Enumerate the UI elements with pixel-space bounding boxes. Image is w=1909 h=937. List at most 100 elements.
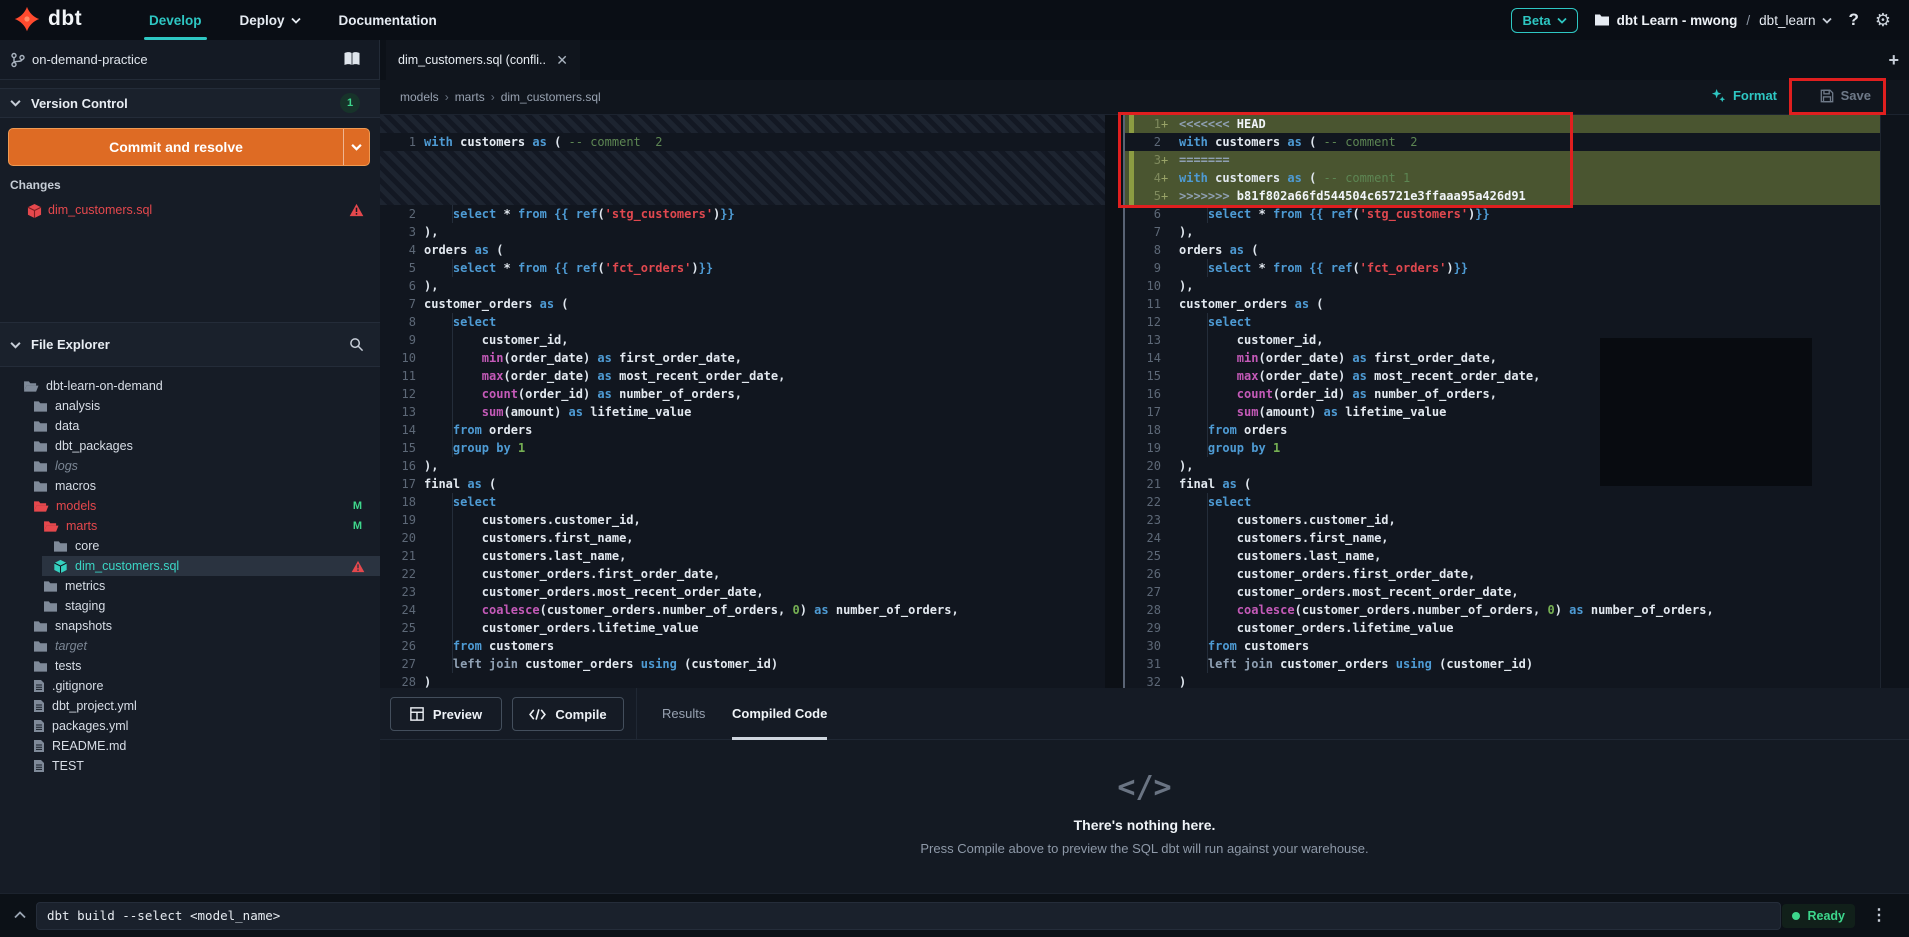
tree-item-dbt-packages[interactable]: dbt_packages <box>0 436 380 456</box>
code-line[interactable]: 19 customers.customer_id, <box>380 511 1105 529</box>
tree-item-snapshots[interactable]: snapshots <box>0 616 380 636</box>
menu-documentation[interactable]: Documentation <box>320 0 456 40</box>
menu-deploy[interactable]: Deploy <box>221 0 320 40</box>
code-line[interactable]: 6 select * from {{ ref('stg_customers')}… <box>1125 205 1880 223</box>
code-line[interactable]: 7 ), <box>1125 223 1880 241</box>
code-line[interactable]: 14 from orders <box>380 421 1105 439</box>
compile-button[interactable]: Compile <box>512 697 624 731</box>
code-line[interactable]: 22 select <box>1125 493 1880 511</box>
tree-item-tests[interactable]: tests <box>0 656 380 676</box>
code-line[interactable]: 15 group by 1 <box>380 439 1105 457</box>
tree-item-target[interactable]: target <box>0 636 380 656</box>
new-tab-plus-icon[interactable]: + <box>1888 50 1899 71</box>
tree-item-dbt-project-yml[interactable]: dbt_project.yml <box>0 696 380 716</box>
code-line[interactable]: 17final as ( <box>380 475 1105 493</box>
tab-results[interactable]: Results <box>662 688 705 740</box>
commit-and-resolve-button[interactable]: Commit and resolve <box>8 128 370 166</box>
code-line[interactable]: 26 customer_orders.first_order_date, <box>1125 565 1880 583</box>
tree-item-dim-customers-sql[interactable]: dim_customers.sql <box>0 556 380 576</box>
code-line[interactable]: 18 select <box>380 493 1105 511</box>
branch-header[interactable]: on-demand-practice <box>0 40 380 80</box>
command-input[interactable]: dbt build --select <model_name> <box>36 902 1781 930</box>
code-line[interactable]: 11 max(order_date) as most_recent_order_… <box>380 367 1105 385</box>
editor-scrollbar-gutter[interactable] <box>1880 80 1909 688</box>
code-line[interactable]: 1+<<<<<<< HEAD <box>1125 115 1880 133</box>
code-line[interactable]: 28) <box>380 673 1105 688</box>
code-line[interactable]: 23 customer_orders.most_recent_order_dat… <box>380 583 1105 601</box>
tree-item--gitignore[interactable]: .gitignore <box>0 676 380 696</box>
tree-item-dbt-learn-on-demand[interactable]: dbt-learn-on-demand <box>0 376 380 396</box>
version-control-header[interactable]: Version Control <box>0 88 380 118</box>
tree-item-analysis[interactable]: analysis <box>0 396 380 416</box>
code-line[interactable]: 10 ), <box>1125 277 1880 295</box>
code-line[interactable]: 16), <box>380 457 1105 475</box>
tree-item-staging[interactable]: staging <box>0 596 380 616</box>
changed-file-row[interactable]: dim_customers.sql <box>0 200 380 222</box>
code-line[interactable]: 2 select * from {{ ref('stg_customers')}… <box>380 205 1105 223</box>
format-button[interactable]: Format <box>1711 88 1777 103</box>
code-line[interactable]: 31 left join customer_orders using (cust… <box>1125 655 1880 673</box>
code-line[interactable]: 8 orders as ( <box>1125 241 1880 259</box>
code-line[interactable]: 13 sum(amount) as lifetime_value <box>380 403 1105 421</box>
tree-item-logs[interactable]: logs <box>0 456 380 476</box>
project-selector[interactable]: dbt Learn - mwong / dbt_learn <box>1594 13 1833 28</box>
tree-item-metrics[interactable]: metrics <box>0 576 380 596</box>
breadcrumb-file[interactable]: dim_customers.sql <box>491 90 601 104</box>
code-line[interactable]: 24 coalesce(customer_orders.number_of_or… <box>380 601 1105 619</box>
save-button[interactable]: Save <box>1820 88 1871 103</box>
tree-item-marts[interactable]: martsM <box>0 516 380 536</box>
code-line[interactable]: 22 customer_orders.first_order_date, <box>380 565 1105 583</box>
code-line[interactable]: 12 count(order_id) as number_of_orders, <box>380 385 1105 403</box>
close-icon[interactable]: ✕ <box>556 52 568 69</box>
code-line[interactable]: 9 select * from {{ ref('fct_orders')}} <box>1125 259 1880 277</box>
code-line[interactable]: 6), <box>380 277 1105 295</box>
code-line[interactable]: 3), <box>380 223 1105 241</box>
code-line[interactable]: 5 select * from {{ ref('fct_orders')}} <box>380 259 1105 277</box>
code-line[interactable]: 2 with customers as ( -- comment 2 <box>1125 133 1880 151</box>
commit-options-dropdown[interactable] <box>343 129 369 165</box>
editor-pane-current[interactable]: 1with customers as ( -- comment 2 2 selec… <box>380 115 1105 688</box>
tab-compiled-code[interactable]: Compiled Code <box>732 688 827 740</box>
code-line[interactable]: 21 customers.last_name, <box>380 547 1105 565</box>
code-line[interactable]: 25 customer_orders.lifetime_value <box>380 619 1105 637</box>
code-line[interactable]: 20 customers.first_name, <box>380 529 1105 547</box>
file-explorer-header[interactable]: File Explorer <box>0 322 380 367</box>
preview-button[interactable]: Preview <box>390 697 502 731</box>
code-line[interactable]: 27 left join customer_orders using (cust… <box>380 655 1105 673</box>
code-line[interactable]: 23 customers.customer_id, <box>1125 511 1880 529</box>
code-line[interactable]: 9 customer_id, <box>380 331 1105 349</box>
code-line[interactable]: 1with customers as ( -- comment 2 <box>380 133 1105 151</box>
beta-dropdown[interactable]: Beta <box>1511 8 1577 33</box>
code-line[interactable]: 29 customer_orders.lifetime_value <box>1125 619 1880 637</box>
chevron-up-icon[interactable] <box>12 907 28 923</box>
breadcrumb-models[interactable]: models <box>400 90 439 104</box>
dbt-logo[interactable]: dbt <box>14 6 82 32</box>
tree-item-packages-yml[interactable]: packages.yml <box>0 716 380 736</box>
code-line[interactable]: 10 min(order_date) as first_order_date, <box>380 349 1105 367</box>
tree-item-macros[interactable]: macros <box>0 476 380 496</box>
code-line[interactable]: 3+======= <box>1125 151 1880 169</box>
code-line[interactable]: 28 coalesce(customer_orders.number_of_or… <box>1125 601 1880 619</box>
code-line[interactable]: 24 customers.first_name, <box>1125 529 1880 547</box>
code-line[interactable]: 27 customer_orders.most_recent_order_dat… <box>1125 583 1880 601</box>
code-line[interactable]: 4orders as ( <box>380 241 1105 259</box>
tree-item-readme-md[interactable]: README.md <box>0 736 380 756</box>
breadcrumb-marts[interactable]: marts <box>445 90 485 104</box>
pane-divider[interactable] <box>1105 115 1125 688</box>
tree-item-core[interactable]: core <box>0 536 380 556</box>
tree-item-data[interactable]: data <box>0 416 380 436</box>
docs-book-icon[interactable] <box>343 51 361 67</box>
tree-item-models[interactable]: modelsM <box>0 496 380 516</box>
gear-icon[interactable]: ⚙ <box>1875 11 1891 29</box>
search-icon[interactable] <box>349 337 364 352</box>
code-line[interactable]: 4+with customers as ( -- comment 1 <box>1125 169 1880 187</box>
code-line[interactable]: 7customer_orders as ( <box>380 295 1105 313</box>
tab-dim-customers[interactable]: dim_customers.sql (confli... ✕ <box>386 40 580 80</box>
code-line[interactable]: 26 from customers <box>380 637 1105 655</box>
code-line[interactable]: 25 customers.last_name, <box>1125 547 1880 565</box>
code-line[interactable]: 32 ) <box>1125 673 1880 688</box>
code-line[interactable]: 11 customer_orders as ( <box>1125 295 1880 313</box>
code-line[interactable]: 12 select <box>1125 313 1880 331</box>
code-line[interactable]: 5+>>>>>>> b81f802a66fd544504c65721e3ffaa… <box>1125 187 1880 205</box>
menu-develop[interactable]: Develop <box>130 0 221 40</box>
